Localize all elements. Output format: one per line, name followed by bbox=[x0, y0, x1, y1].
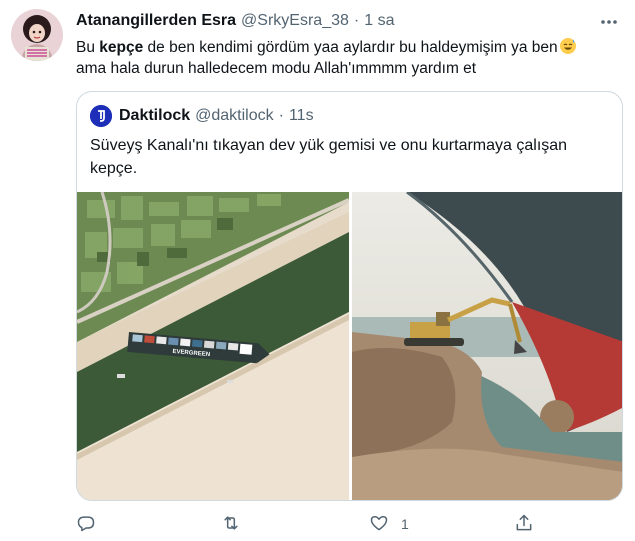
reply-button[interactable] bbox=[76, 512, 96, 536]
quoted-text-line-2: kepçe. bbox=[90, 160, 138, 177]
retweet-icon bbox=[221, 513, 241, 536]
like-button[interactable]: 1 bbox=[369, 512, 409, 536]
more-options-icon[interactable] bbox=[599, 12, 619, 32]
author-handle[interactable]: @SrkyEsra_38 bbox=[241, 12, 349, 30]
quoted-timestamp[interactable]: 11s bbox=[289, 107, 314, 125]
bold-word: kepçe bbox=[99, 39, 144, 56]
tweet-text: Bu kepçe de ben kendimi gördüm yaa aylar… bbox=[76, 37, 621, 79]
share-icon bbox=[514, 513, 534, 536]
daktilock-avatar[interactable] bbox=[90, 105, 112, 127]
tweet-header: Atanangillerden Esra @SrkyEsra_38 · 1 sa bbox=[76, 10, 394, 32]
author-avatar[interactable] bbox=[11, 9, 63, 61]
author-name[interactable]: Atanangillerden Esra bbox=[76, 12, 236, 30]
tweet-action-bar: 1 bbox=[76, 512, 546, 536]
retweet-button[interactable] bbox=[221, 512, 241, 536]
heart-icon bbox=[369, 513, 389, 536]
quoted-header: Daktilock @daktilock · 11s bbox=[90, 105, 314, 127]
tweet-text-line-1: Bu kepçe de ben kendimi gördüm yaa aylar… bbox=[76, 37, 621, 58]
satellite-canal-ship-image[interactable]: EVERGREEN bbox=[77, 192, 349, 500]
share-button[interactable] bbox=[514, 512, 534, 536]
quoted-media: EVERGREEN bbox=[77, 192, 622, 500]
quoted-author-name[interactable]: Daktilock bbox=[119, 107, 190, 125]
tweet-text-line-2: ama hala durun halledecem modu Allah'ımm… bbox=[76, 60, 477, 77]
text-segment: de ben kendimi gördüm yaa aylardır bu ha… bbox=[143, 39, 558, 56]
header-separator: · bbox=[353, 12, 360, 29]
text-segment: Bu bbox=[76, 39, 100, 56]
quoted-tweet[interactable]: Daktilock @daktilock · 11s Süveyş Kanalı… bbox=[76, 91, 623, 501]
quoted-text: Süveyş Kanalı'nı tıkayan dev yük gemisi … bbox=[90, 134, 610, 180]
reply-icon bbox=[76, 513, 96, 536]
tweet-timestamp[interactable]: 1 sa bbox=[364, 12, 394, 30]
quoted-text-line-1: Süveyş Kanalı'nı tıkayan dev yük gemisi … bbox=[90, 137, 568, 154]
quoted-author-handle[interactable]: @daktilock bbox=[195, 107, 274, 125]
like-count: 1 bbox=[401, 516, 409, 532]
sweat-smile-emoji-icon bbox=[559, 37, 577, 55]
excavator-ship-bow-image[interactable] bbox=[352, 192, 622, 500]
quoted-separator: · bbox=[278, 107, 284, 124]
